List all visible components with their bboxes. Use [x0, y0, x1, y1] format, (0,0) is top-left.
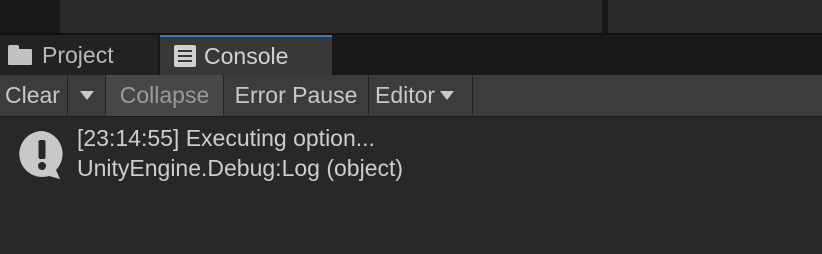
- clear-label: Clear: [5, 82, 60, 108]
- console-icon: [174, 45, 196, 67]
- error-pause-label: Error Pause: [234, 82, 358, 108]
- collapse-toggle[interactable]: Collapse: [106, 75, 224, 116]
- scene-view-strip: [0, 0, 822, 35]
- info-icon: [19, 131, 63, 179]
- log-stack-line: UnityEngine.Debug:Log (object): [77, 155, 404, 181]
- chevron-down-icon: [440, 91, 455, 100]
- log-entry[interactable]: [23:14:55] Executing option... UnityEngi…: [0, 117, 822, 187]
- log-message-line: [23:14:55] Executing option...: [77, 125, 375, 151]
- clear-options-dropdown[interactable]: [68, 75, 106, 116]
- tab-project[interactable]: Project: [0, 35, 158, 75]
- folder-icon: [8, 45, 34, 65]
- chevron-down-icon: [79, 91, 94, 100]
- editor-label: Editor: [375, 82, 436, 108]
- tab-strip: Project Console: [0, 35, 822, 75]
- collapse-label: Collapse: [119, 82, 210, 108]
- console-log-list: [23:14:55] Executing option... UnityEngi…: [0, 117, 822, 254]
- game-panel: [608, 0, 822, 33]
- tab-console-label: Console: [204, 42, 289, 69]
- error-pause-toggle[interactable]: Error Pause: [224, 75, 369, 116]
- log-message: [23:14:55] Executing option... UnityEngi…: [77, 123, 403, 183]
- console-toolbar: Clear Collapse Error Pause Editor: [0, 75, 822, 117]
- scene-panel: [60, 0, 602, 33]
- editor-dropdown[interactable]: Editor: [369, 75, 473, 116]
- tab-project-label: Project: [42, 41, 114, 68]
- tab-console[interactable]: Console: [160, 35, 332, 75]
- clear-button[interactable]: Clear: [0, 75, 68, 116]
